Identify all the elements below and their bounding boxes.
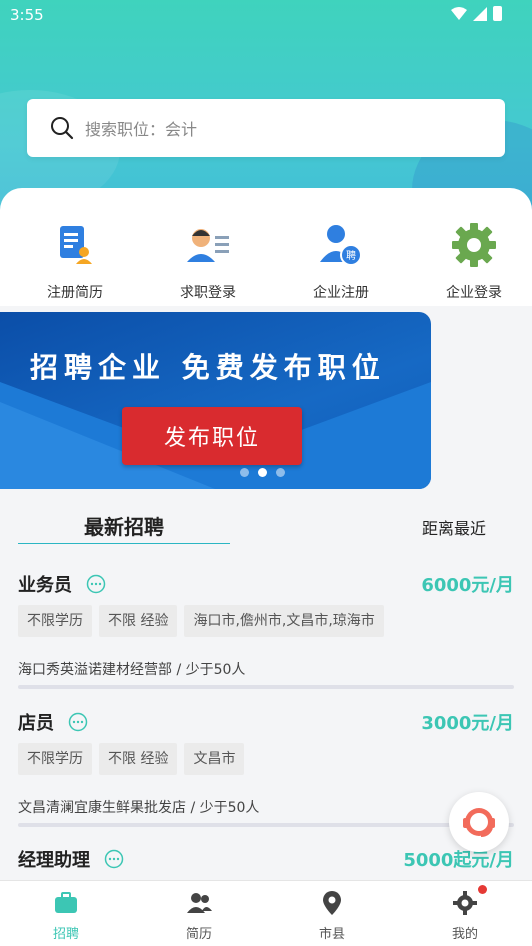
bottom-nav: 招聘 简历 市县 我的	[0, 880, 532, 946]
tab-active-indicator	[18, 543, 230, 544]
chat-icon[interactable]	[68, 712, 88, 732]
notification-badge	[478, 885, 487, 894]
company-login-icon	[452, 223, 496, 267]
quick-label: 企业注册	[313, 285, 369, 301]
location-pin-icon	[323, 891, 341, 915]
quick-company-register[interactable]: 聘 企业注册	[286, 222, 396, 302]
battery-icon	[493, 6, 502, 21]
job-card[interactable]: 店员 3000元/月 不限学历 不限 经验 文昌市 文昌清澜宜康生鲜果批发店 /…	[18, 709, 514, 829]
search-icon	[51, 117, 74, 140]
job-tag: 不限学历	[18, 605, 92, 637]
nav-city[interactable]: 市县	[292, 889, 372, 942]
job-tag: 不限 经验	[99, 605, 178, 637]
nav-mine[interactable]: 我的	[425, 885, 505, 942]
job-title-row: 业务员	[18, 571, 106, 597]
briefcase-icon	[55, 892, 77, 913]
nav-label: 我的	[451, 927, 478, 942]
banner-title: 招聘企业 免费发布职位	[30, 351, 386, 384]
chat-icon[interactable]	[86, 574, 106, 594]
divider	[18, 823, 514, 827]
job-tag: 不限学历	[18, 743, 92, 775]
list-tabs: 最新招聘 距离最近	[18, 505, 514, 545]
job-title: 业务员	[18, 575, 72, 596]
promo-banner[interactable]: 招聘企业 免费发布职位 发布职位	[0, 312, 431, 489]
job-salary: 3000元/月	[421, 713, 514, 734]
company-register-icon: 聘	[320, 225, 362, 266]
quick-label: 注册简历	[47, 285, 103, 301]
status-time: 3:55	[10, 6, 44, 24]
job-tags: 不限学历 不限 经验 海口市,儋州市,文昌市,琼海市	[18, 605, 384, 637]
job-tag: 海口市,儋州市,文昌市,琼海市	[184, 605, 384, 637]
svg-text:聘: 聘	[346, 249, 356, 262]
chat-icon[interactable]	[104, 849, 124, 869]
job-salary: 5000起元/月	[403, 850, 514, 871]
job-company: 文昌清澜宜康生鲜果批发店 / 少于50人	[18, 800, 260, 816]
customer-service-button[interactable]	[449, 792, 509, 852]
quick-jobseeker-login[interactable]: 求职登录	[153, 222, 263, 302]
nav-resume[interactable]: 简历	[159, 889, 239, 942]
carousel-dot[interactable]	[276, 468, 285, 477]
job-tags: 不限学历 不限 经验 文昌市	[18, 743, 245, 775]
job-card[interactable]: 经理助理 5000起元/月	[18, 846, 514, 880]
people-icon	[187, 893, 212, 913]
job-title-row: 经理助理	[18, 846, 124, 872]
search-bar[interactable]: 搜索职位：会计	[27, 99, 505, 157]
nav-recruit[interactable]: 招聘	[26, 889, 106, 942]
carousel-dot[interactable]	[240, 468, 249, 477]
job-salary: 6000元/月	[421, 575, 514, 596]
quick-actions: 注册简历 求职登录 聘 企业注册 企业登录	[0, 188, 532, 306]
job-card[interactable]: 业务员 6000元/月 不限学历 不限 经验 海口市,儋州市,文昌市,琼海市 海…	[18, 571, 514, 691]
gear-icon	[453, 891, 477, 915]
carousel-dots	[240, 468, 285, 477]
signal-icon	[473, 6, 487, 21]
quick-resume-register[interactable]: 注册简历	[20, 222, 130, 302]
quick-label: 企业登录	[446, 285, 502, 301]
status-bar: 3:55	[0, 0, 532, 30]
job-title-row: 店员	[18, 709, 88, 735]
publish-job-button[interactable]: 发布职位	[122, 407, 302, 465]
quick-label: 求职登录	[180, 285, 236, 301]
job-title: 店员	[18, 713, 54, 734]
resume-register-icon	[60, 226, 92, 264]
quick-company-login[interactable]: 企业登录	[419, 222, 529, 302]
carousel-dot-active[interactable]	[258, 468, 267, 477]
divider	[18, 685, 514, 689]
job-tag: 不限 经验	[99, 743, 178, 775]
jobseeker-login-icon	[187, 229, 229, 262]
job-title: 经理助理	[18, 850, 90, 871]
tab-nearest[interactable]: 距离最近	[422, 515, 486, 539]
job-company: 海口秀英溢诺建材经营部 / 少于50人	[18, 662, 246, 678]
nav-label: 招聘	[52, 927, 79, 942]
nav-label: 简历	[185, 927, 212, 942]
status-icons	[451, 6, 502, 21]
job-tag: 文昌市	[184, 743, 245, 775]
wifi-icon	[451, 6, 467, 20]
customer-service-icon	[463, 808, 495, 837]
tab-latest[interactable]: 最新招聘	[18, 511, 230, 540]
nav-label: 市县	[318, 927, 345, 942]
search-placeholder: 搜索职位：会计	[85, 120, 198, 139]
